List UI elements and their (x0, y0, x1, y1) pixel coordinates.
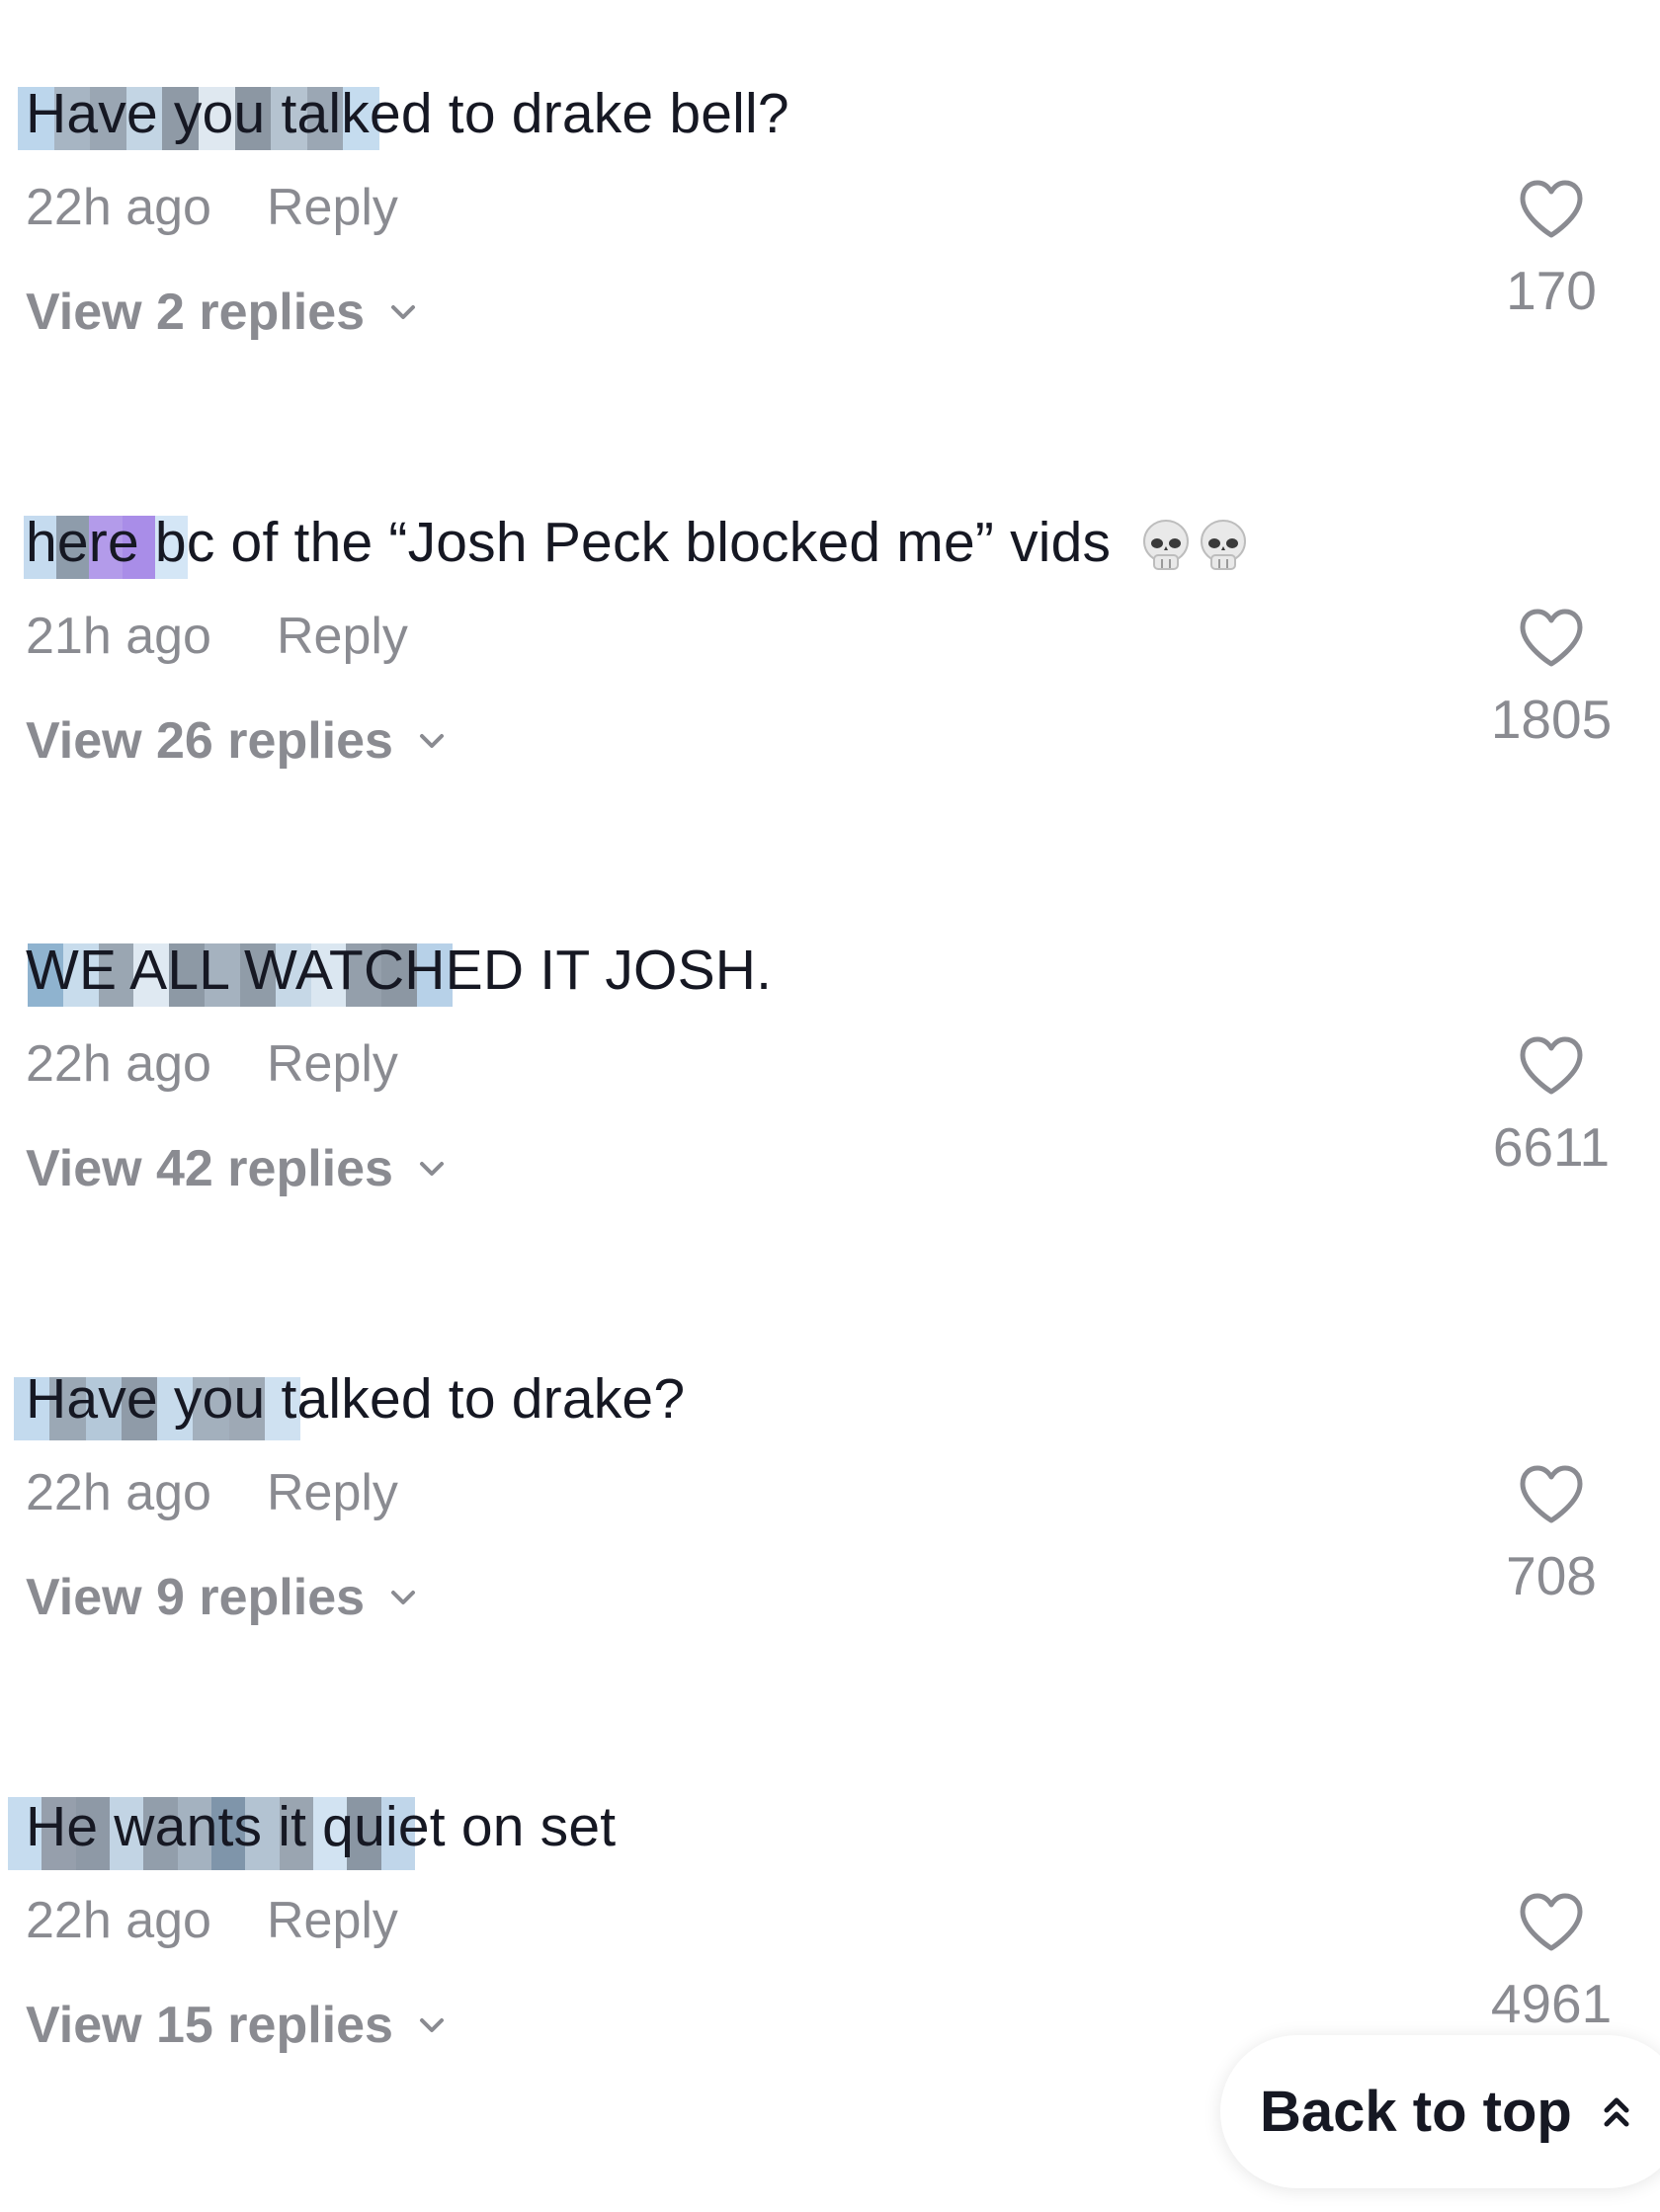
comment-meta: 22h ago Reply (26, 1034, 398, 1094)
skull-emoji (1143, 519, 1190, 570)
view-replies-label: View 9 replies (26, 1569, 366, 1626)
like-block: 1805 (1482, 607, 1620, 804)
heart-outline-icon[interactable] (1517, 1891, 1586, 1954)
comment-time: 22h ago (26, 1035, 211, 1093)
reply-button[interactable]: Reply (277, 607, 408, 666)
comment-text-body: here bc of the “Josh Peck blocked me” vi… (26, 511, 1112, 574)
like-count: 4961 (1490, 1973, 1613, 2034)
like-block: 170 (1482, 178, 1620, 375)
view-replies-button[interactable]: View 26 replies (26, 711, 447, 771)
heart-outline-icon[interactable] (1517, 1463, 1586, 1526)
chevron-down-icon (391, 305, 416, 319)
comment-item: Have you talked to drake? 22h ago Reply V… (0, 1285, 1660, 1710)
heart-outline-icon[interactable] (1517, 1034, 1586, 1098)
comment-time: 21h ago (26, 608, 211, 665)
comment-item: WE ALL WATCHED IT JOSH. 22h ago Reply Vie… (0, 857, 1660, 1281)
view-replies-button[interactable]: View 15 replies (26, 1996, 447, 2055)
comment-meta: 22h ago Reply (26, 178, 398, 237)
heart-outline-icon[interactable] (1517, 607, 1586, 670)
chevron-down-icon (419, 734, 444, 748)
comment-time: 22h ago (26, 179, 211, 236)
comment-text: WE ALL WATCHED IT JOSH. (26, 939, 773, 1002)
reply-button[interactable]: Reply (267, 1034, 398, 1094)
comment-meta: 21h ago Reply (26, 607, 408, 666)
double-chevron-up-icon (1604, 2097, 1629, 2126)
comment-time: 22h ago (26, 1892, 211, 1949)
skull-emoji (1201, 519, 1247, 570)
view-replies-button[interactable]: View 9 replies (26, 1568, 418, 1627)
view-replies-label: View 26 replies (26, 712, 393, 770)
back-to-top-label: Back to top (1260, 2080, 1572, 2144)
like-block: 708 (1482, 1463, 1620, 1661)
comment-item: here bc of the “Josh Peck blocked me” vi… (0, 429, 1660, 854)
reply-button[interactable]: Reply (267, 178, 398, 237)
reply-button[interactable]: Reply (267, 1463, 398, 1522)
like-count: 1805 (1490, 689, 1613, 750)
view-replies-label: View 15 replies (26, 1997, 393, 2054)
heart-outline-icon[interactable] (1517, 178, 1586, 241)
comment-text: Have you talked to drake bell? (26, 82, 789, 145)
chevron-down-icon (391, 1591, 416, 1604)
view-replies-label: View 42 replies (26, 1140, 393, 1197)
view-replies-button[interactable]: View 42 replies (26, 1139, 447, 1198)
chevron-down-icon (419, 1162, 444, 1176)
like-count: 170 (1506, 260, 1597, 321)
back-to-top-button[interactable]: Back to top (1220, 2035, 1660, 2188)
reply-button[interactable]: Reply (267, 1891, 398, 1950)
comment-text: He wants it quiet on set (26, 1795, 617, 1858)
like-count: 6611 (1492, 1116, 1611, 1178)
comment-meta: 22h ago Reply (26, 1891, 398, 1950)
comment-text: Have you talked to drake? (26, 1367, 686, 1431)
comment-text: here bc of the “Josh Peck blocked me” vi… (26, 510, 1249, 575)
view-replies-button[interactable]: View 2 replies (26, 283, 418, 342)
chevron-down-icon (419, 2018, 444, 2032)
like-count: 708 (1506, 1545, 1597, 1606)
comment-meta: 22h ago Reply (26, 1463, 398, 1522)
comment-time: 22h ago (26, 1464, 211, 1521)
view-replies-label: View 2 replies (26, 284, 366, 341)
comment-item: Have you talked to drake bell? 22h ago Re… (0, 0, 1660, 425)
like-block: 6611 (1482, 1034, 1620, 1232)
